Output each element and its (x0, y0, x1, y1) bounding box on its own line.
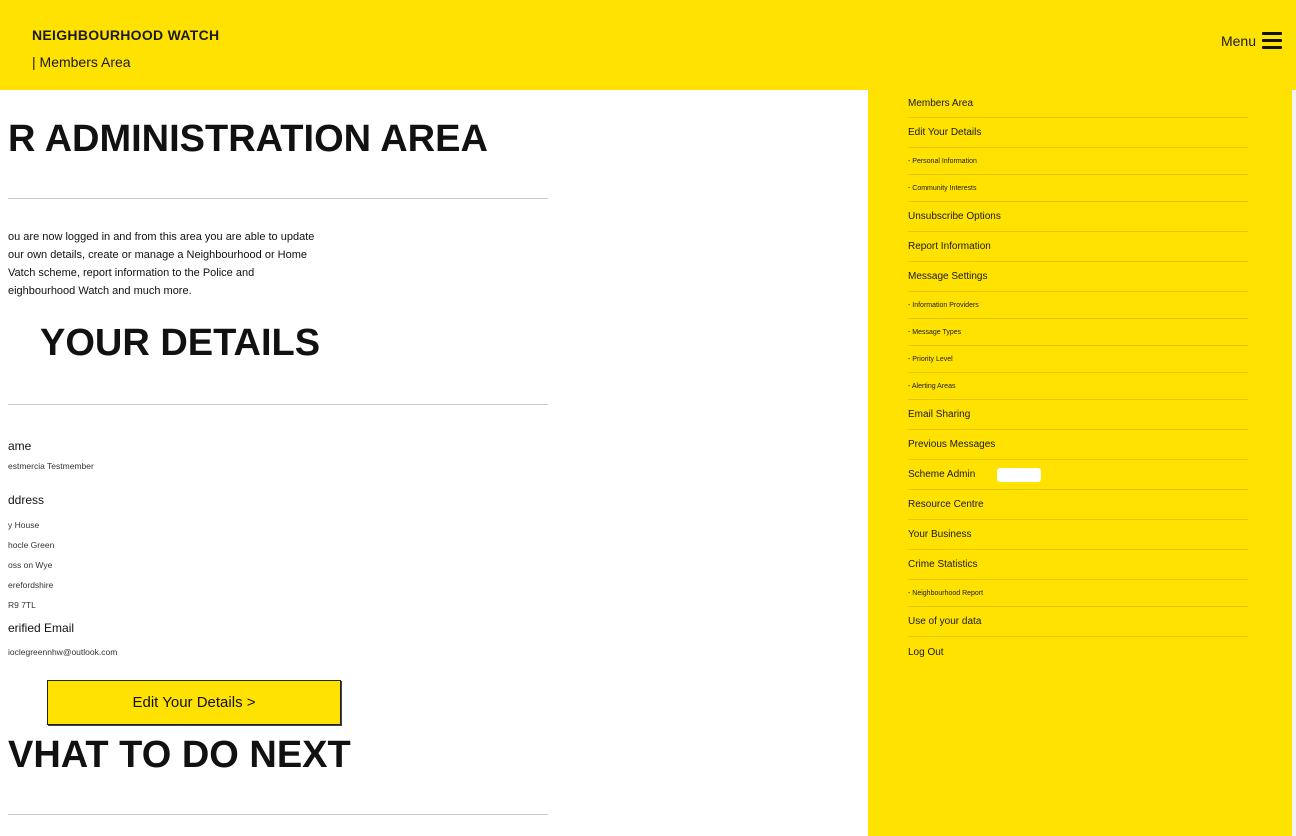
intro-line: eighbourhood Watch and much more. (8, 285, 192, 297)
window-right-edge (1292, 90, 1296, 836)
sidebar-item-neighbourhood-report[interactable]: - Neighbourhood Report (908, 580, 1248, 607)
sidebar-item-label: Scheme Admin (908, 469, 976, 480)
address-label: ddress (8, 493, 45, 507)
side-menu: Members Area Edit Your Details - Persona… (868, 90, 1292, 836)
intro-line: ou are now logged in and from this area … (8, 231, 315, 243)
divider (8, 814, 548, 815)
address-line: erefordshire (8, 580, 54, 590)
side-nav: Members Area Edit Your Details - Persona… (908, 90, 1248, 667)
top-header: NEIGHBOURHOOD WATCH | Members Area Menu (0, 0, 1296, 90)
sidebar-item-priority-level[interactable]: - Priority Level (908, 346, 1248, 373)
sidebar-item-alerting-areas[interactable]: - Alerting Areas (908, 373, 1248, 400)
site-subtitle[interactable]: | Members Area (32, 54, 131, 70)
sidebar-item-personal-information[interactable]: - Personal Information (908, 148, 1248, 175)
sidebar-item-message-types[interactable]: - Message Types (908, 319, 1248, 346)
intro-line: our own details, create or manage a Neig… (8, 249, 308, 261)
verified-email-label: erified Email (8, 621, 75, 635)
sidebar-item-unsubscribe-options[interactable]: Unsubscribe Options (908, 202, 1248, 232)
sidebar-item-message-settings[interactable]: Message Settings (908, 262, 1248, 292)
sidebar-item-crime-statistics[interactable]: Crime Statistics (908, 550, 1248, 580)
sidebar-item-edit-your-details[interactable]: Edit Your Details (908, 118, 1248, 148)
intro-line: Vatch scheme, report information to the … (8, 267, 255, 279)
sidebar-item-scheme-admin[interactable]: Scheme Admin (908, 460, 1248, 490)
hamburger-icon (1262, 32, 1282, 49)
name-value: estmercia Testmember (8, 461, 94, 471)
divider (8, 404, 548, 405)
name-label: ame (8, 439, 32, 453)
sidebar-item-report-information[interactable]: Report Information (908, 232, 1248, 262)
scheme-admin-badge (997, 467, 1042, 482)
sidebar-item-members-area[interactable]: Members Area (908, 90, 1248, 118)
site-title[interactable]: NEIGHBOURHOOD WATCH (32, 27, 219, 43)
sidebar-item-use-of-your-data[interactable]: Use of your data (908, 607, 1248, 637)
main-content: R ADMINISTRATION AREA ou are now logged … (0, 90, 868, 836)
your-details-heading: YOUR DETAILS (40, 322, 321, 364)
sidebar-item-your-business[interactable]: Your Business (908, 520, 1248, 550)
address-line: R9 7TL (8, 600, 36, 610)
sidebar-item-email-sharing[interactable]: Email Sharing (908, 400, 1248, 430)
sidebar-item-log-out[interactable]: Log Out (908, 637, 1248, 667)
address-line: hocle Green (8, 540, 55, 550)
address-line: oss on Wye (8, 560, 53, 570)
verified-email-value: ioclegreennhw@outlook.com (8, 647, 118, 657)
menu-toggle-button[interactable]: Menu (1221, 32, 1282, 49)
sidebar-item-information-providers[interactable]: - Information Providers (908, 292, 1248, 319)
sidebar-item-previous-messages[interactable]: Previous Messages (908, 430, 1248, 460)
sidebar-item-resource-centre[interactable]: Resource Centre (908, 490, 1248, 520)
menu-label: Menu (1220, 32, 1256, 49)
edit-your-details-button[interactable]: Edit Your Details > (47, 680, 341, 725)
divider (8, 198, 548, 199)
intro-text: ou are now logged in and from this area … (8, 228, 388, 300)
what-to-do-next-heading: VHAT TO DO NEXT (8, 734, 351, 776)
address-line: y House (8, 520, 40, 530)
admin-area-heading: R ADMINISTRATION AREA (8, 118, 488, 160)
sidebar-item-community-interests[interactable]: - Community Interests (908, 175, 1248, 202)
